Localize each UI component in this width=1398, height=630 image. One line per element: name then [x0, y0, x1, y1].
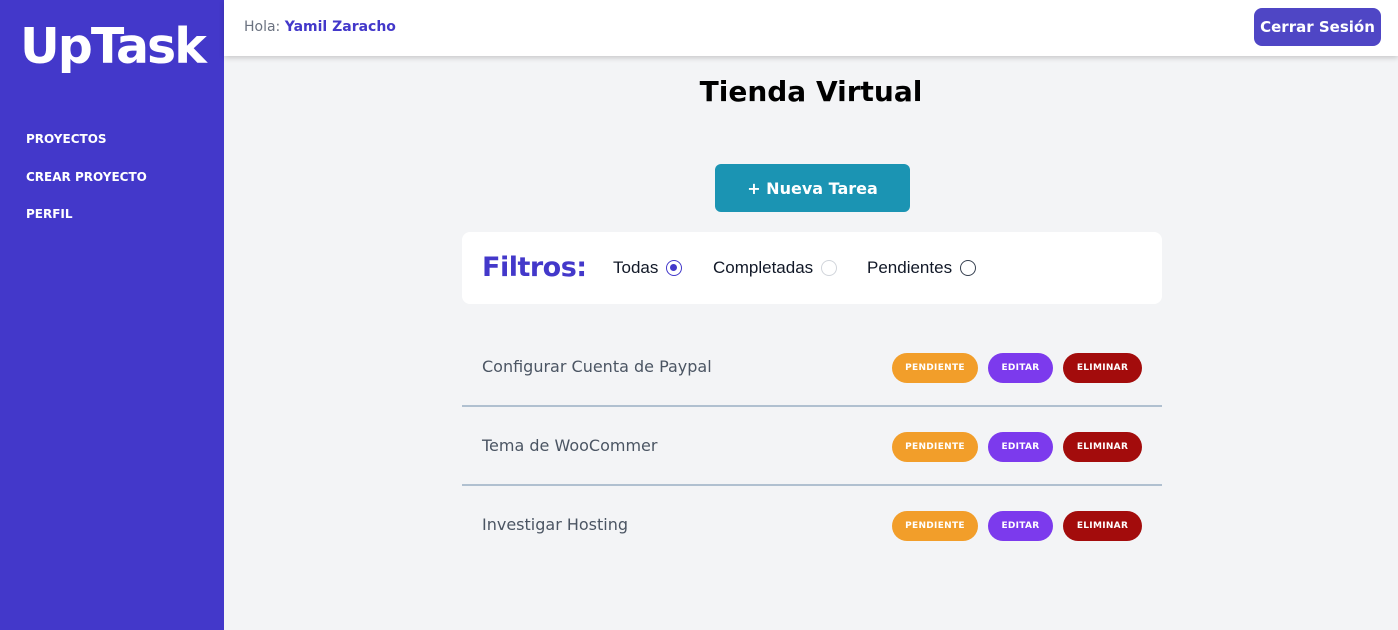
task-name: Tema de WooCommer [482, 436, 658, 455]
user-name: Yamil Zaracho [284, 19, 396, 35]
filter-todas[interactable]: Todas [613, 256, 683, 280]
filter-todas-radio[interactable] [666, 260, 683, 276]
filter-pendientes-label: Pendientes [867, 258, 953, 277]
filter-todas-label: Todas [613, 258, 659, 277]
new-task-button[interactable]: + Nueva Tarea [715, 164, 910, 212]
page-title: Tienda Virtual [699, 75, 923, 108]
filter-completadas-radio[interactable] [821, 260, 838, 276]
greeting-label: Hola: [244, 19, 281, 35]
task-name: Configurar Cuenta de Paypal [482, 357, 712, 376]
task-list: Configurar Cuenta de Paypal PENDIENTE ED… [462, 328, 1162, 565]
filters-title: Filtros: [482, 252, 587, 283]
sidebar-item-proyectos[interactable]: PROYECTOS [26, 131, 147, 147]
filter-completadas-label: Completadas [713, 258, 814, 277]
edit-button[interactable]: EDITAR [988, 353, 1053, 383]
task-row: Configurar Cuenta de Paypal PENDIENTE ED… [462, 328, 1162, 407]
sidebar-item-crear-proyecto[interactable]: CREAR PROYECTO [26, 169, 147, 185]
sidebar: UpTask PROYECTOS CREAR PROYECTO PERFIL [0, 0, 224, 630]
delete-button[interactable]: ELIMINAR [1063, 511, 1142, 541]
task-row: Investigar Hosting PENDIENTE EDITAR ELIM… [462, 486, 1162, 565]
edit-button[interactable]: EDITAR [988, 511, 1053, 541]
filter-pendientes-radio[interactable] [960, 260, 977, 276]
task-name: Investigar Hosting [482, 515, 629, 534]
main-content: Tienda Virtual + Nueva Tarea Filtros: To… [224, 56, 1398, 630]
status-button[interactable]: PENDIENTE [892, 511, 978, 541]
filter-pendientes[interactable]: Pendientes [867, 256, 977, 280]
sidebar-nav: PROYECTOS CREAR PROYECTO PERFIL [26, 131, 147, 244]
greeting: Hola: Yamil Zaracho [244, 19, 396, 35]
app-logo[interactable]: UpTask [20, 17, 207, 77]
status-button[interactable]: PENDIENTE [892, 353, 978, 383]
filter-completadas[interactable]: Completadas [713, 256, 838, 280]
status-button[interactable]: PENDIENTE [892, 432, 978, 462]
logout-button[interactable]: Cerrar Sesión [1254, 8, 1381, 46]
delete-button[interactable]: ELIMINAR [1063, 353, 1142, 383]
delete-button[interactable]: ELIMINAR [1063, 432, 1142, 462]
sidebar-item-perfil[interactable]: PERFIL [26, 206, 147, 222]
top-bar: Hola: Yamil Zaracho Cerrar Sesión [224, 0, 1398, 56]
edit-button[interactable]: EDITAR [988, 432, 1053, 462]
task-row: Tema de WooCommer PENDIENTE EDITAR ELIMI… [462, 407, 1162, 486]
filters-panel: Filtros: Todas Completadas Pendientes [462, 232, 1162, 304]
